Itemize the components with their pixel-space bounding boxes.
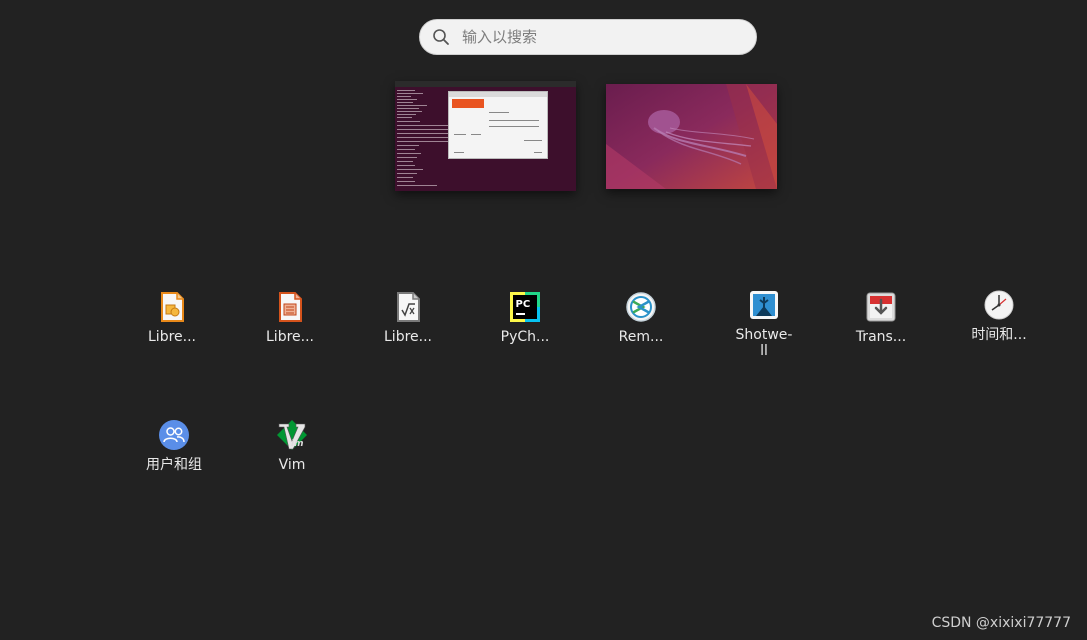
transmission-icon (865, 291, 897, 323)
clock-icon (983, 289, 1015, 321)
vim-icon: im (276, 419, 308, 451)
watermark: CSDN @xixixi77777 (931, 615, 1071, 631)
app-pycharm[interactable]: PC PyCh... (470, 291, 580, 345)
dialog-selected-item (452, 99, 484, 108)
workspace-thumbnail-2[interactable] (606, 84, 777, 189)
app-label: Rem... (618, 329, 664, 345)
libreoffice-math-icon (392, 291, 424, 323)
app-users-groups[interactable]: 用户和组 (119, 419, 229, 473)
users-groups-icon (158, 419, 190, 451)
app-label: 时间和... (971, 327, 1027, 343)
libreoffice-draw-icon (156, 291, 188, 323)
app-libreoffice-math[interactable]: Libre... (353, 291, 463, 345)
app-libreoffice-draw[interactable]: Libre... (117, 291, 227, 345)
wallpaper-jellyfish (606, 84, 777, 189)
app-vim[interactable]: im Vim (237, 419, 347, 473)
app-shotwell[interactable]: Shotwe- ll (709, 289, 819, 359)
terminal-titlebar (395, 81, 576, 87)
app-label: Libre... (148, 329, 196, 345)
app-label: Libre... (266, 329, 314, 345)
app-label: Trans... (855, 329, 907, 345)
remmina-icon (625, 291, 657, 323)
search-bar[interactable] (419, 19, 757, 55)
libreoffice-impress-icon (274, 291, 306, 323)
app-label: 用户和组 (146, 457, 202, 473)
app-overview: Libre... Libre... Libre... (0, 0, 1087, 640)
svg-text:im: im (291, 439, 303, 449)
app-label: Libre... (384, 329, 432, 345)
app-label: Shotwe- ll (735, 327, 793, 359)
shotwell-icon (748, 289, 780, 321)
search-icon (433, 29, 449, 45)
app-clocks[interactable]: 时间和... (944, 289, 1054, 343)
app-remmina[interactable]: Rem... (586, 291, 696, 345)
search-input[interactable] (460, 27, 724, 47)
svg-text:PC: PC (516, 299, 531, 310)
workspace-thumbnail-1[interactable] (395, 81, 576, 191)
app-label: PyCh... (500, 329, 550, 345)
app-libreoffice-impress[interactable]: Libre... (235, 291, 345, 345)
settings-dialog-thumbnail (448, 91, 548, 159)
app-transmission[interactable]: Trans... (826, 291, 936, 345)
app-label: Vim (278, 457, 306, 473)
pycharm-icon: PC (509, 291, 541, 323)
